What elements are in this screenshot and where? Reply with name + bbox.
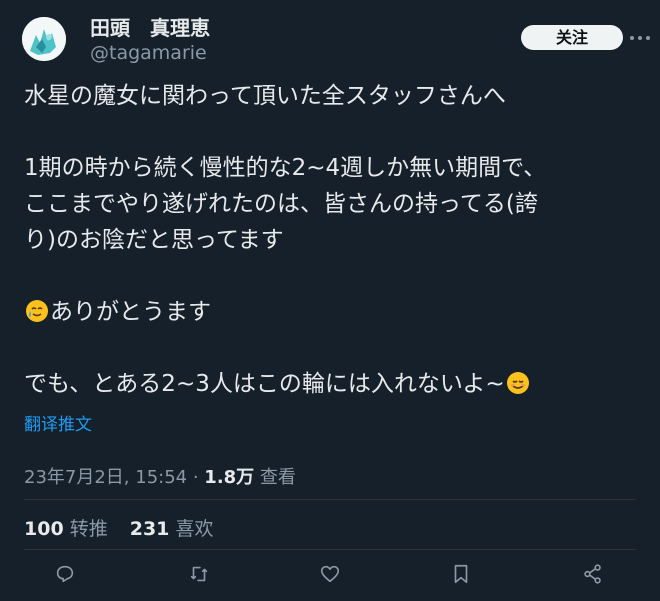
tweet-line (24, 258, 644, 294)
author-handle[interactable]: @tagamarie (90, 42, 207, 64)
views-count: 1.8万 (204, 467, 255, 488)
tweet-metadata: 23年7月2日, 15:54 · 1.8万 查看 (24, 463, 296, 489)
tweet-line-text: でも、とある2~3人はこの輪には入れないよ~ (24, 371, 505, 397)
tweet-line-emoji: ありがとうます (24, 294, 644, 330)
tweet-line-text: ありがとうます (50, 299, 211, 325)
likes-count[interactable]: 231 (130, 518, 170, 540)
retweet-icon[interactable] (188, 563, 214, 589)
smiling-face-emoji (505, 370, 531, 396)
tweet-line: 1期の時から続く慢性的な2~4週しか無い期間で、 (24, 155, 547, 181)
retweets-count[interactable]: 100 (24, 518, 64, 540)
action-bar (54, 563, 614, 589)
divider (24, 499, 636, 500)
divider (24, 549, 636, 550)
share-icon[interactable] (582, 563, 608, 589)
tweet-line (24, 114, 644, 150)
smiling-face-with-tear-emoji (24, 298, 50, 324)
more-icon[interactable] (625, 23, 655, 53)
author-display-name[interactable]: 田頭 真理恵 (90, 12, 210, 41)
translate-tweet-link[interactable]: 翻译推文 (24, 410, 92, 435)
tweet-line: 水星の魔女に関わって頂いた全スタッフさんへ (24, 83, 506, 109)
bookmark-icon[interactable] (450, 563, 476, 589)
tweet-line: ここまでやり遂げれたのは、皆さんの持ってる(誇 (24, 191, 538, 217)
tweet-line-emoji: でも、とある2~3人はこの輪には入れないよ~ (24, 366, 644, 402)
retweets-label[interactable]: 转推 (70, 518, 108, 540)
follow-button[interactable]: 关注 (521, 25, 623, 50)
tweet-text: 水星の魔女に関わって頂いた全スタッフさんへ 1期の時から続く慢性的な2~4週しか… (24, 78, 644, 402)
tweet-date[interactable]: 23年7月2日, 15:54 · (24, 467, 204, 488)
tweet-stats: 100 转推 231 喜欢 (24, 514, 213, 541)
tweet-line (24, 330, 644, 366)
views-label: 查看 (254, 467, 296, 488)
reply-icon[interactable] (54, 563, 80, 589)
likes-label[interactable]: 喜欢 (175, 518, 213, 540)
avatar[interactable] (22, 17, 66, 61)
tweet-line: り)のお陰だと思ってます (24, 227, 284, 253)
like-icon[interactable] (319, 563, 345, 589)
